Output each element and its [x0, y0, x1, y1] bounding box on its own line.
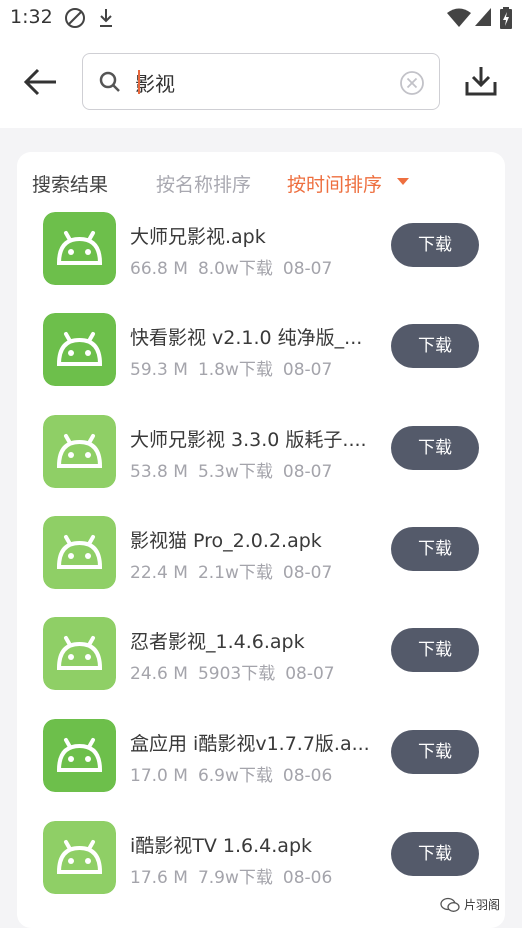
results-card: 搜索结果 按名称排序 按时间排序 大师兄影视.apk 66.8 M 8.0w下载 0…	[17, 152, 505, 928]
android-app-icon	[43, 415, 116, 488]
wechat-icon	[440, 897, 460, 912]
battery-charging-icon	[500, 7, 512, 29]
app-size: 22.4 M	[130, 563, 188, 583]
list-item[interactable]: 影视猫 Pro_2.0.2.apk 22.4 M 2.1w下载 08-07 下载	[17, 513, 505, 613]
app-name: 忍者影视_1.4.6.apk	[130, 631, 305, 653]
search-box[interactable]	[82, 53, 440, 110]
back-button[interactable]	[22, 64, 60, 100]
app-date: 08-07	[282, 360, 333, 380]
download-button[interactable]: 下载	[391, 730, 479, 774]
app-date: 08-07	[282, 563, 333, 583]
watermark-text: 片羽阁	[464, 898, 501, 912]
app-meta: 66.8 M 8.0w下载 08-07	[130, 254, 342, 279]
wifi-icon	[447, 8, 471, 27]
app-downloads: 5903下载	[197, 664, 276, 684]
clear-search-button[interactable]	[399, 70, 425, 96]
app-downloads: 1.8w下载	[197, 360, 273, 380]
app-size: 17.6 M	[130, 868, 188, 888]
app-meta: 17.0 M 6.9w下载 08-06	[130, 761, 342, 786]
app-meta: 53.8 M 5.3w下载 08-07	[130, 457, 342, 482]
app-name: i酷影视TV 1.6.4.apk	[130, 835, 313, 857]
top-bar	[0, 36, 522, 128]
list-item[interactable]: i酷影视TV 1.6.4.apk 17.6 M 7.9w下载 08-06 下载	[17, 818, 505, 918]
android-app-icon	[43, 212, 116, 285]
download-button[interactable]: 下载	[391, 426, 479, 470]
download-tray-icon	[465, 67, 497, 96]
download-button[interactable]: 下载	[391, 628, 479, 672]
app-date: 08-07	[282, 259, 333, 279]
app-downloads: 8.0w下载	[197, 259, 273, 279]
status-time: 1:32	[10, 6, 53, 28]
list-item[interactable]: 忍者影视_1.4.6.apk 24.6 M 5903下载 08-07 下载	[17, 614, 505, 714]
app-date: 08-06	[282, 766, 333, 786]
search-icon	[99, 71, 120, 92]
download-icon	[100, 9, 112, 27]
clear-circle-icon	[400, 71, 424, 95]
android-app-icon	[43, 617, 116, 690]
app-name: 盒应用 i酷影视v1.7.7版.a...	[130, 733, 370, 755]
app-name: 大师兄影视 3.3.0 版耗子....	[130, 429, 367, 451]
app-size: 53.8 M	[130, 462, 188, 482]
app-meta: 59.3 M 1.8w下载 08-07	[130, 355, 342, 380]
download-manager-button[interactable]	[464, 64, 498, 98]
download-button[interactable]: 下载	[391, 527, 479, 571]
app-name: 快看影视 v2.1.0 纯净版_...	[130, 327, 363, 349]
search-input[interactable]	[135, 68, 375, 96]
app-downloads: 7.9w下载	[197, 868, 273, 888]
app-meta: 17.6 M 7.9w下载 08-06	[130, 863, 342, 888]
app-downloads: 6.9w下载	[197, 766, 273, 786]
app-size: 24.6 M	[130, 664, 188, 684]
tab-sort-by-time[interactable]: 按时间排序	[287, 170, 382, 197]
app-meta: 24.6 M 5903下载 08-07	[130, 659, 345, 684]
list-item[interactable]: 大师兄影视 3.3.0 版耗子.... 53.8 M 5.3w下载 08-07 下载	[17, 412, 505, 512]
app-size: 66.8 M	[130, 259, 188, 279]
app-size: 59.3 M	[130, 360, 188, 380]
list-item[interactable]: 盒应用 i酷影视v1.7.7版.a... 17.0 M 6.9w下载 08-06 下…	[17, 716, 505, 816]
tab-sort-by-name[interactable]: 按名称排序	[156, 170, 251, 197]
android-app-icon	[43, 313, 116, 386]
app-date: 08-07	[282, 462, 333, 482]
caret-down-icon[interactable]	[397, 178, 409, 185]
status-bar: 1:32	[0, 0, 522, 36]
app-meta: 22.4 M 2.1w下载 08-07	[130, 558, 342, 583]
text-caret	[138, 70, 140, 94]
android-app-icon	[43, 516, 116, 589]
app-size: 17.0 M	[130, 766, 188, 786]
no-sync-icon	[65, 8, 85, 28]
app-date: 08-07	[285, 664, 335, 684]
download-button[interactable]: 下载	[391, 223, 479, 267]
download-button[interactable]: 下载	[391, 832, 479, 876]
app-name: 影视猫 Pro_2.0.2.apk	[130, 530, 322, 552]
sort-tabs: 搜索结果 按名称排序 按时间排序	[17, 152, 505, 210]
list-item[interactable]: 快看影视 v2.1.0 纯净版_... 59.3 M 1.8w下载 08-07 下载	[17, 310, 505, 410]
app-name: 大师兄影视.apk	[130, 226, 266, 248]
android-app-icon	[43, 821, 116, 894]
android-app-icon	[43, 719, 116, 792]
tab-search-results[interactable]: 搜索结果	[32, 170, 108, 197]
download-button[interactable]: 下载	[391, 324, 479, 368]
list-item[interactable]: 大师兄影视.apk 66.8 M 8.0w下载 08-07 下载	[17, 209, 505, 309]
app-date: 08-06	[282, 868, 333, 888]
app-downloads: 2.1w下载	[197, 563, 273, 583]
app-downloads: 5.3w下载	[197, 462, 273, 482]
signal-icon	[475, 8, 491, 26]
arrow-left-icon	[23, 68, 56, 96]
